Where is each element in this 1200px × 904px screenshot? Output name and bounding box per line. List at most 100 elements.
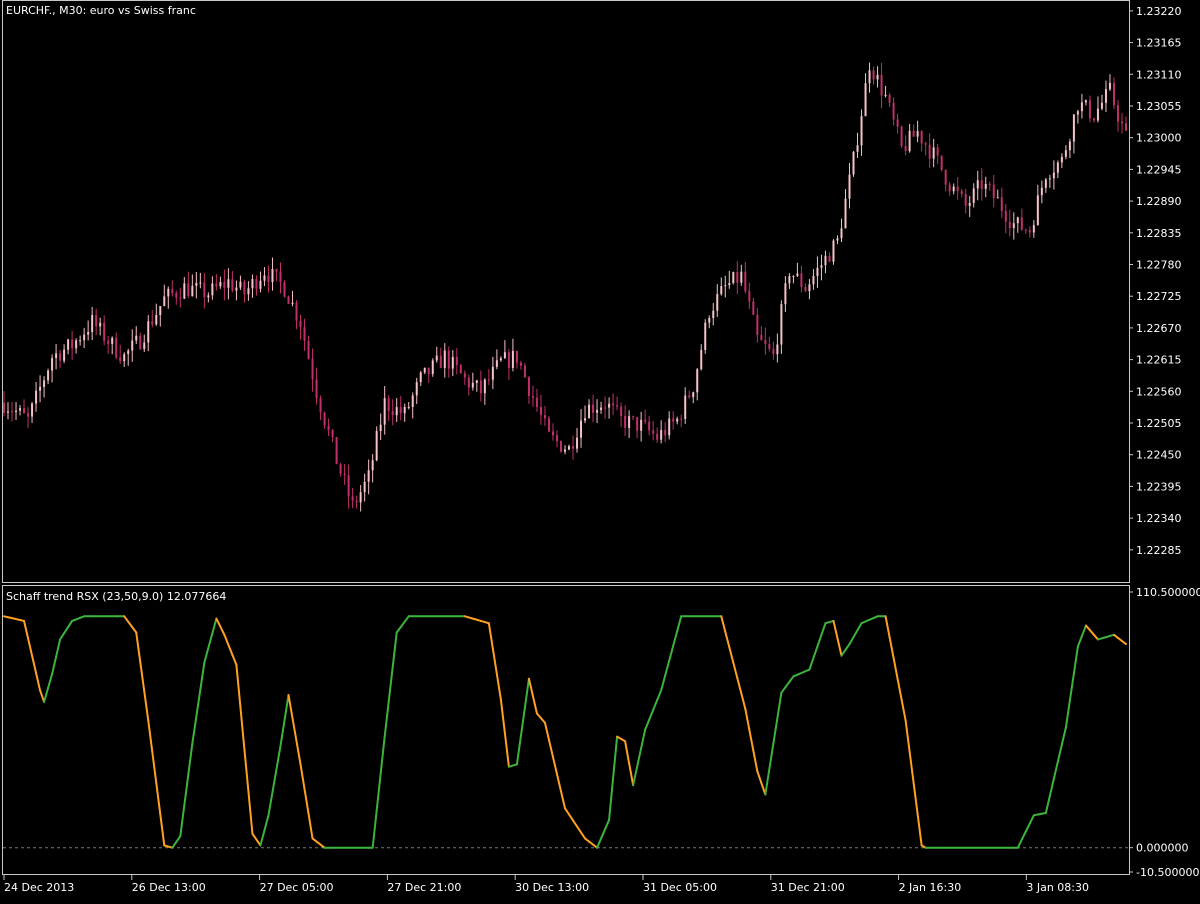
candle-body (187, 283, 190, 297)
candle-body (828, 255, 831, 262)
candle-body (523, 365, 526, 378)
candle-body (824, 255, 827, 266)
candle-body (219, 281, 222, 287)
candle-body (1020, 217, 1023, 230)
candle-body (744, 271, 747, 292)
candle-body (31, 403, 34, 417)
candle-body (1112, 82, 1115, 106)
candle-body (227, 279, 230, 288)
price-tick-label: 1.22560 (1136, 385, 1182, 398)
candle-body (79, 340, 82, 342)
candle-body (592, 404, 595, 413)
candle-body (1088, 100, 1091, 119)
candle-body (279, 271, 282, 283)
candle-body (287, 296, 290, 304)
candle-body (716, 294, 719, 311)
candle-body (584, 418, 587, 421)
candle-body (343, 473, 346, 476)
candle-body (636, 417, 639, 431)
candle-body (1068, 141, 1071, 151)
candle-body (944, 170, 947, 185)
candle-body (612, 403, 615, 406)
candle-body (147, 321, 150, 343)
candle-body (175, 293, 178, 298)
candle-body (708, 318, 711, 323)
candle-body (1108, 82, 1111, 90)
candle-body (191, 285, 194, 297)
candle-body (115, 337, 118, 358)
candle-body (932, 147, 935, 159)
candle-body (291, 302, 294, 304)
price-tick-label: 1.23000 (1136, 132, 1182, 145)
candle-body (347, 475, 350, 497)
candle-body (367, 470, 370, 482)
time-tick-label: 31 Dec 05:00 (643, 881, 717, 894)
candle-body (47, 370, 50, 381)
candle-body (1016, 217, 1019, 224)
candle-body (936, 147, 939, 156)
candle-body (1064, 150, 1067, 157)
candle-body (952, 186, 955, 192)
candle-body (644, 419, 647, 422)
candle-body (820, 265, 823, 268)
candle-body (463, 373, 466, 378)
candle-body (511, 350, 514, 368)
price-tick-label: 1.22670 (1136, 322, 1182, 335)
candle-body (648, 421, 651, 431)
candle-body (303, 327, 306, 341)
candle-body (127, 350, 130, 355)
candle-body (876, 74, 879, 80)
candle-body (551, 431, 554, 436)
candle-body (908, 130, 911, 152)
candle-body (624, 415, 627, 428)
candle-body (756, 314, 759, 335)
candle-body (1004, 210, 1007, 222)
candle-body (1028, 230, 1031, 233)
candle-body (207, 295, 210, 298)
candle-body (67, 339, 70, 350)
candle-body (375, 430, 378, 461)
candle-body (892, 102, 895, 120)
candle-body (604, 407, 607, 409)
candle-body (15, 410, 18, 412)
candle-body (988, 183, 991, 185)
time-tick-label: 30 Dec 13:00 (515, 881, 589, 894)
candle-body (852, 151, 855, 175)
candle-body (660, 429, 663, 440)
candle-body (1040, 187, 1043, 196)
candle-body (35, 390, 38, 404)
candle-body (796, 273, 799, 276)
candle-body (976, 180, 979, 189)
candle-body (247, 288, 250, 295)
candle-body (123, 354, 126, 362)
candle-body (331, 429, 334, 437)
candle-body (588, 404, 591, 419)
candle-body (800, 273, 803, 288)
candle-body (423, 367, 426, 373)
candle-body (83, 334, 86, 341)
candle-body (223, 281, 226, 288)
candle-body (135, 335, 138, 341)
candle-body (1008, 221, 1011, 228)
candle-body (1104, 89, 1107, 103)
candle-body (339, 464, 342, 474)
candle-body (712, 310, 715, 319)
candle-body (772, 348, 775, 355)
candle-body (568, 446, 571, 450)
candle-body (419, 372, 422, 383)
candle-body (63, 349, 66, 361)
candle-body (43, 380, 46, 387)
candle-body (491, 366, 494, 380)
candle-body (760, 334, 763, 340)
candle-body (692, 392, 695, 398)
candle-body (539, 406, 542, 416)
candle-body (243, 281, 246, 295)
candle-body (487, 379, 490, 381)
candle-body (632, 416, 635, 418)
candle-body (387, 398, 390, 411)
candle-body (1096, 108, 1099, 121)
candle-body (684, 395, 687, 419)
candle-body (103, 322, 106, 341)
candle-body (964, 193, 967, 206)
candle-body (880, 74, 883, 96)
